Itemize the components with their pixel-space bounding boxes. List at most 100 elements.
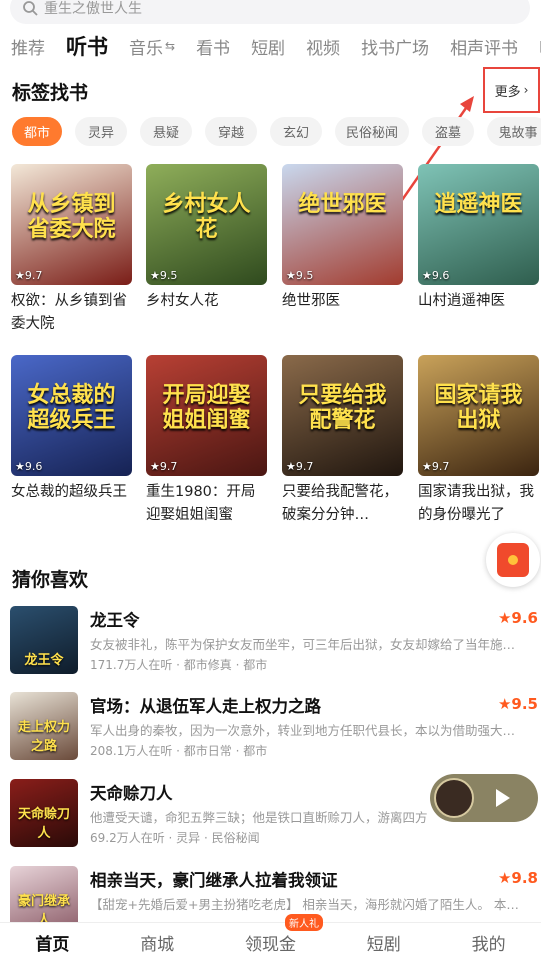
chip-suspense[interactable]: 悬疑 bbox=[140, 117, 192, 146]
list-meta: 171.7万人在听 · 都市修真 · 都市 bbox=[90, 658, 268, 672]
book-title: 女总裁的超级兵王 bbox=[11, 484, 127, 500]
list-item[interactable]: 走上权力之路 官场：从退伍军人走上权力之路 ★9.5 军人出身的秦牧，因为一次意外，转… bbox=[10, 692, 540, 764]
book-rating: ★9.7 bbox=[422, 460, 449, 473]
score-value: 9.6 bbox=[511, 609, 538, 627]
tab-book-square[interactable]: 找书广场 bbox=[361, 34, 429, 59]
score-value: 9.8 bbox=[511, 869, 538, 887]
cover-title-art: 乡村女人花 bbox=[162, 192, 251, 243]
tab-music[interactable]: 音乐 ⇆ bbox=[129, 34, 175, 59]
swap-icon: ⇆ bbox=[165, 39, 176, 53]
red-packet-button[interactable] bbox=[486, 533, 540, 587]
book-rating: ★9.5 bbox=[150, 269, 177, 282]
star-icon: ★ bbox=[422, 460, 432, 473]
list-title: 官场：从退伍军人走上权力之路 bbox=[90, 697, 321, 716]
cover-title-art: 开局迎娶姐姐闺蜜 bbox=[162, 383, 251, 434]
nav-cash-label: 领现金 bbox=[244, 935, 296, 955]
list-description: 女友被非礼，陈平为保护女友而坐牢，可三年后出狱，女友却嫁给了当年施… bbox=[90, 637, 516, 652]
rating-value: 9.7 bbox=[159, 460, 178, 473]
score-value: 9.5 bbox=[511, 695, 538, 713]
tab-crosstalk[interactable]: 相声评书 bbox=[450, 34, 518, 59]
nav-mine[interactable]: 我的 bbox=[472, 930, 506, 955]
chip-city[interactable]: 都市 bbox=[12, 117, 62, 146]
chip-tomb-raiding[interactable]: 盗墓 bbox=[422, 117, 474, 146]
nav-cash[interactable]: 领现金 新人礼 bbox=[244, 914, 323, 955]
nav-short-drama[interactable]: 短剧 bbox=[367, 930, 401, 955]
new-user-badge: 新人礼 bbox=[284, 914, 323, 931]
book-title: 绝世邪医 bbox=[282, 293, 340, 309]
book-rating: ★9.7 bbox=[286, 460, 313, 473]
book-cover: 开局迎娶姐姐闺蜜 ★9.7 bbox=[146, 355, 267, 476]
book-cover: 国家请我出狱 ★9.7 bbox=[418, 355, 539, 476]
star-icon: ★ bbox=[497, 695, 512, 713]
thumb-title-art: 龙王令 bbox=[24, 653, 64, 668]
book-cover: 逍遥神医 ★9.6 bbox=[418, 164, 539, 285]
play-icon[interactable] bbox=[496, 789, 510, 807]
search-placeholder: 重生之傲世人生 bbox=[44, 1, 142, 17]
book-card[interactable]: 绝世邪医 ★9.5 绝世邪医 bbox=[282, 164, 403, 313]
chip-fantasy[interactable]: 玄幻 bbox=[270, 117, 322, 146]
red-packet-icon bbox=[497, 543, 529, 577]
list-score: ★9.6 bbox=[498, 609, 538, 627]
cover-title-art: 绝世邪医 bbox=[298, 192, 387, 217]
rating-value: 9.7 bbox=[295, 460, 314, 473]
tab-video[interactable]: 视频 bbox=[306, 34, 340, 59]
book-card[interactable]: 逍遥神医 ★9.6 山村逍遥神医 bbox=[418, 164, 539, 313]
book-rating: ★9.7 bbox=[15, 269, 42, 282]
list-thumb: 龙王令 bbox=[10, 606, 78, 674]
nav-home[interactable]: 首页 bbox=[35, 930, 69, 955]
rating-value: 9.6 bbox=[431, 269, 450, 282]
thumb-title-art: 天命赊刀人 bbox=[17, 807, 70, 841]
tag-chips: 都市 灵异 悬疑 穿越 玄幻 民俗秘闻 盗墓 鬼故事 bbox=[12, 117, 541, 146]
star-icon: ★ bbox=[15, 460, 25, 473]
list-meta: 69.2万人在听 · 灵异 · 民俗秘闻 bbox=[90, 831, 260, 845]
cover-title-art: 逍遥神医 bbox=[434, 192, 523, 217]
book-rating: ★9.5 bbox=[286, 269, 313, 282]
tab-read[interactable]: 看书 bbox=[196, 34, 230, 59]
tab-listen[interactable]: 听书 bbox=[66, 31, 108, 61]
cover-title-art: 从乡镇到省委大院 bbox=[27, 192, 116, 243]
list-item[interactable]: 龙王令 龙王令 ★9.6 女友被非礼，陈平为保护女友而坐牢，可三年后出狱，女友却嫁给了… bbox=[10, 606, 540, 678]
rating-value: 9.5 bbox=[159, 269, 178, 282]
nav-store[interactable]: 商城 bbox=[140, 930, 174, 955]
star-icon: ★ bbox=[422, 269, 432, 282]
star-icon: ★ bbox=[150, 269, 160, 282]
book-card[interactable]: 从乡镇到省委大院 ★9.7 权欲：从乡镇到省委大院 bbox=[11, 164, 132, 336]
chip-time-travel[interactable]: 穿越 bbox=[205, 117, 257, 146]
book-title: 只要给我配警花，破案分分钟… bbox=[282, 484, 398, 523]
star-icon: ★ bbox=[497, 869, 512, 887]
book-card[interactable]: 只要给我配警花 ★9.7 只要给我配警花，破案分分钟… bbox=[282, 355, 403, 527]
bottom-nav: 首页 商城 领现金 新人礼 短剧 我的 bbox=[0, 914, 541, 962]
list-title: 龙王令 bbox=[90, 611, 140, 630]
chevron-right-icon: › bbox=[523, 83, 529, 97]
rating-value: 9.7 bbox=[431, 460, 450, 473]
star-icon: ★ bbox=[497, 609, 512, 627]
tab-short-drama[interactable]: 短剧 bbox=[251, 34, 285, 59]
book-card[interactable]: 国家请我出狱 ★9.7 国家请我出狱，我的身份曝光了 bbox=[418, 355, 539, 527]
chip-supernatural[interactable]: 灵异 bbox=[75, 117, 127, 146]
tag-section-title: 标签找书 bbox=[12, 82, 89, 104]
chip-folklore[interactable]: 民俗秘闻 bbox=[335, 117, 409, 146]
book-title: 乡村女人花 bbox=[146, 293, 219, 309]
guess-section-title: 猜你喜欢 bbox=[12, 569, 89, 591]
search-icon bbox=[23, 1, 38, 16]
list-thumb: 天命赊刀人 bbox=[10, 779, 78, 847]
book-card[interactable]: 开局迎娶姐姐闺蜜 ★9.7 重生1980：开局迎娶姐姐闺蜜 bbox=[146, 355, 267, 527]
list-title: 天命赊刀人 bbox=[90, 784, 173, 803]
book-card[interactable]: 乡村女人花 ★9.5 乡村女人花 bbox=[146, 164, 267, 313]
list-score: ★9.5 bbox=[498, 695, 538, 713]
rating-value: 9.5 bbox=[295, 269, 314, 282]
book-card[interactable]: 女总裁的超级兵王 ★9.6 女总裁的超级兵王 bbox=[11, 355, 132, 504]
list-description: 军人出身的秦牧，因为一次意外，转业到地方任职代县长，本以为借助强大… bbox=[90, 723, 516, 738]
chip-ghost-story[interactable]: 鬼故事 bbox=[487, 117, 541, 146]
book-title: 重生1980：开局迎娶姐姐闺蜜 bbox=[146, 484, 256, 523]
star-icon: ★ bbox=[286, 460, 296, 473]
mini-player[interactable] bbox=[430, 774, 538, 822]
search-bar[interactable]: 重生之傲世人生 bbox=[10, 0, 530, 24]
thumb-title-art: 走上权力之路 bbox=[17, 720, 70, 754]
more-button[interactable]: 更多 › bbox=[483, 67, 540, 113]
tab-recommend[interactable]: 推荐 bbox=[11, 34, 45, 59]
cover-title-art: 只要给我配警花 bbox=[298, 383, 387, 434]
list-thumb: 走上权力之路 bbox=[10, 692, 78, 760]
rating-value: 9.6 bbox=[24, 460, 43, 473]
cover-title-art: 女总裁的超级兵王 bbox=[27, 383, 116, 434]
